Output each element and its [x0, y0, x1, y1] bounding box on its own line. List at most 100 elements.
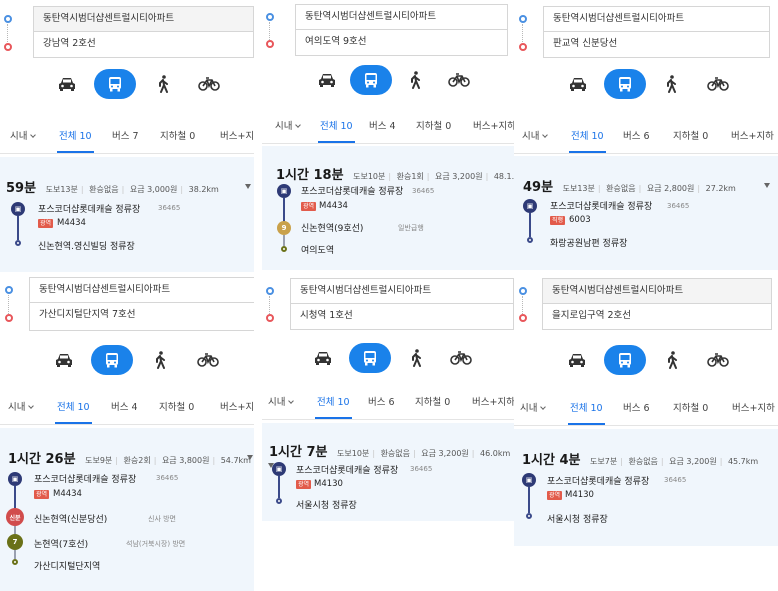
mode-bus-button[interactable]: [604, 345, 646, 375]
bus-icon: [365, 73, 377, 88]
mode-bike-button[interactable]: [698, 69, 738, 99]
bus-type-badge: 광역: [34, 490, 50, 499]
tab-bus[interactable]: 버스 6: [368, 387, 395, 419]
mode-walk-button[interactable]: [652, 345, 692, 375]
bike-icon: [197, 353, 219, 367]
mode-bus-button[interactable]: [350, 65, 392, 95]
tab-bus-subway[interactable]: 버스+지하: [731, 121, 774, 153]
destination-input[interactable]: 시청역 1호선: [290, 304, 514, 330]
tab-city-dropdown[interactable]: 시내: [10, 121, 37, 153]
tab-bus[interactable]: 버스 6: [623, 121, 650, 153]
tab-city-dropdown[interactable]: 시내: [275, 111, 302, 143]
tab-all[interactable]: 전체 10: [55, 392, 92, 424]
tab-bus[interactable]: 버스 4: [111, 392, 138, 424]
transfer-station-name: 신논현역(9호선): [301, 224, 364, 234]
tab-bus[interactable]: 버스 4: [369, 111, 396, 143]
origin-input[interactable]: 동탄역시범더샵센트럴시티아파트: [543, 6, 770, 32]
bus-stop-icon: ▣: [523, 199, 537, 213]
tab-city-dropdown[interactable]: 시내: [522, 121, 549, 153]
origin-input[interactable]: 동탄역시범더샵센트럴시티아파트: [29, 277, 254, 303]
mode-walk-button[interactable]: [140, 345, 180, 375]
bus-route-number[interactable]: M4434: [53, 489, 82, 499]
transfer-direction: 일반급행: [398, 224, 424, 232]
route-result-card[interactable]: 1시간 4분 도보7분 | 환승없음 | 요금 3,200원 | 45.7km ▣ 포…: [514, 429, 778, 546]
mode-car-button[interactable]: [557, 345, 597, 375]
tab-subway[interactable]: 지하철 0: [673, 393, 708, 425]
walk-icon: [668, 351, 677, 369]
destination-input[interactable]: 판교역 신분당선: [543, 32, 770, 58]
bus-route-number[interactable]: M4434: [57, 218, 86, 228]
mode-bike-button[interactable]: [188, 345, 228, 375]
tab-all[interactable]: 전체 10: [315, 387, 352, 419]
mode-bike-button[interactable]: [189, 69, 229, 99]
destination-input[interactable]: 여의도역 9호선: [295, 30, 508, 56]
mode-car-button[interactable]: [558, 69, 598, 99]
route-result-card[interactable]: 49분 도보13분 | 환승없음 | 요금 2,800원 | 27.2km ▣ 포스코…: [514, 156, 778, 270]
arrival-dot-icon: [276, 498, 282, 504]
bus-route-number[interactable]: M4130: [565, 490, 594, 500]
mode-bike-button[interactable]: [698, 345, 738, 375]
bus-route-number[interactable]: 6003: [569, 215, 591, 225]
transfer-count: 환승없음: [89, 185, 119, 194]
tab-subway[interactable]: 지하철 0: [160, 121, 195, 153]
tab-subway[interactable]: 지하철 0: [415, 387, 450, 419]
mode-bus-button[interactable]: [91, 345, 133, 375]
tab-all[interactable]: 전체 10: [318, 111, 355, 143]
tab-bus[interactable]: 버스 7: [112, 121, 139, 153]
mode-car-button[interactable]: [44, 345, 84, 375]
bus-type-badge: 광역: [547, 491, 563, 500]
tab-city-dropdown[interactable]: 시내: [268, 387, 295, 419]
mode-car-button[interactable]: [303, 343, 343, 373]
origin-input[interactable]: 동탄역시범더샵센트럴시티아파트: [290, 278, 514, 304]
distance: 46.0km: [480, 449, 511, 458]
mode-bike-button[interactable]: [439, 65, 479, 95]
tab-bus-subway[interactable]: 버스+지하: [473, 111, 516, 143]
tab-city-dropdown[interactable]: 시내: [8, 392, 35, 424]
filter-tabs: 시내 전체 10 버스 6 지하철 0 버스+지하: [514, 121, 778, 154]
destination-input[interactable]: 가산디지털단지역 7호선: [29, 303, 254, 331]
tab-subway[interactable]: 지하철 0: [159, 392, 194, 424]
origin-input[interactable]: 동탄역시범더샵센트럴시티아파트: [33, 6, 254, 32]
destination-input[interactable]: 강남역 2호선: [33, 32, 254, 58]
tab-subway[interactable]: 지하철 0: [673, 121, 708, 153]
mode-bus-button[interactable]: [94, 69, 136, 99]
origin-input[interactable]: 동탄역시범더샵센트럴시티아파트: [295, 4, 508, 30]
route-result-card[interactable]: 1시간 26분 도보9분 | 환승2회 | 요금 3,800원 | 54.7km ▣ …: [0, 428, 254, 591]
tab-bus-subway[interactable]: 버스+지하: [220, 121, 254, 153]
tab-subway[interactable]: 지하철 0: [416, 111, 451, 143]
destination-input[interactable]: 을지로입구역 2호선: [542, 304, 772, 330]
walk-time: 도보13분: [45, 185, 78, 194]
tab-all[interactable]: 전체 10: [568, 393, 605, 425]
route-result-card[interactable]: 59분 도보13분 | 환승없음 | 요금 3,000원 | 38.2km ▣ 포스코…: [0, 157, 254, 272]
tab-all[interactable]: 전체 10: [57, 121, 94, 153]
expand-arrow-icon[interactable]: [245, 184, 251, 189]
mode-bike-button[interactable]: [441, 343, 481, 373]
bus-route-number[interactable]: M4434: [319, 201, 348, 211]
route-result-card[interactable]: 1시간 7분 도보10분 | 환승없음 | 요금 3,200원 | 46.0km ▣ …: [262, 423, 516, 521]
route-dotted-line: [522, 296, 523, 314]
transfer-count: 환승없음: [606, 184, 636, 193]
mode-car-button[interactable]: [307, 65, 347, 95]
tab-all[interactable]: 전체 10: [569, 121, 606, 153]
bus-route-number[interactable]: M4130: [314, 479, 343, 489]
tab-bus-subway[interactable]: 버스+지하: [732, 393, 775, 425]
mode-walk-button[interactable]: [396, 343, 436, 373]
tab-city-dropdown[interactable]: 시내: [520, 393, 547, 425]
expand-arrow-icon[interactable]: [247, 455, 253, 460]
tab-bus-subway[interactable]: 버스+지하: [220, 392, 254, 424]
bus-icon: [619, 353, 631, 368]
transport-mode-bar: [514, 66, 778, 106]
mode-walk-button[interactable]: [143, 69, 183, 99]
tab-bus[interactable]: 버스 6: [623, 393, 650, 425]
tab-bus-subway[interactable]: 버스+지하: [472, 387, 515, 419]
mode-bus-button[interactable]: [349, 343, 391, 373]
chevron-down-icon: [295, 122, 302, 128]
mode-walk-button[interactable]: [651, 69, 691, 99]
route-result-card[interactable]: 1시간 18분 도보10분| 환승1회| 요금 3,200원| 48.1... …: [262, 146, 516, 270]
origin-input[interactable]: 동탄역시범더샵센트럴시티아파트: [542, 278, 772, 304]
mode-car-button[interactable]: [47, 69, 87, 99]
bike-icon: [707, 353, 729, 367]
mode-walk-button[interactable]: [395, 65, 435, 95]
expand-arrow-icon[interactable]: [764, 183, 770, 188]
mode-bus-button[interactable]: [604, 69, 646, 99]
